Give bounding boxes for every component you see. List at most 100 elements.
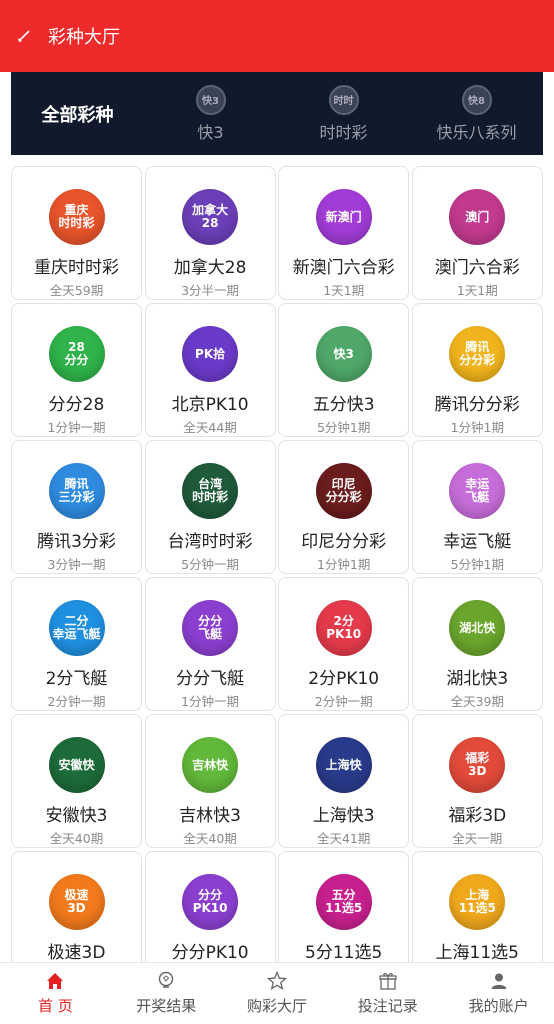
- lottery-logo-icon: 湖北快: [449, 600, 506, 656]
- lottery-name: 幸运飞艇: [443, 532, 512, 552]
- lottery-name: 2分PK10: [308, 669, 380, 689]
- lottery-logo-icon: 2分 PK10: [315, 600, 372, 656]
- lottery-name: 安徽快3: [45, 806, 108, 826]
- pencil-back-icon: [18, 30, 30, 42]
- lottery-period: 5分钟1期: [316, 420, 371, 435]
- lottery-logo-icon: 极速 3D: [48, 874, 105, 930]
- lottery-name: 上海快3: [312, 806, 375, 826]
- lottery-card[interactable]: 新澳门 新澳门六合彩 1天1期: [278, 166, 410, 300]
- nav-account[interactable]: 我的账户: [443, 963, 554, 1024]
- lottery-card[interactable]: 印尼 分分彩 印尼分分彩 1分钟1期: [278, 440, 410, 574]
- lottery-name: 台湾时时彩: [167, 532, 253, 552]
- kl8-logo-icon: 快8: [461, 84, 492, 115]
- lottery-name: 分分28: [48, 395, 105, 415]
- lottery-logo-icon: PK拾: [182, 326, 239, 382]
- lottery-logo-icon: 重庆 时时彩: [48, 189, 105, 245]
- lottery-name: 重庆时时彩: [34, 258, 119, 278]
- lottery-name: 分分PK10: [171, 943, 249, 962]
- lottery-period: 全天41期: [316, 831, 371, 846]
- lottery-logo-icon: 腾讯 分分彩: [449, 326, 506, 382]
- tab-k3[interactable]: 快3 快3: [144, 72, 277, 155]
- back-button[interactable]: [0, 0, 48, 72]
- lottery-name: 福彩3D: [448, 806, 507, 826]
- lottery-period: 全天一期: [452, 831, 503, 846]
- lottery-name: 腾讯分分彩: [434, 395, 520, 415]
- lottery-card[interactable]: 台湾 时时彩 台湾时时彩 5分钟一期: [144, 440, 276, 574]
- lottery-card[interactable]: 吉林快 吉林快3 全天40期: [144, 714, 276, 848]
- lottery-logo-icon: 福彩 3D: [449, 737, 506, 793]
- lottery-name: 吉林快3: [179, 806, 241, 826]
- tab-label: 快3: [197, 122, 224, 142]
- lottery-card[interactable]: 二分 幸运飞艇 2分飞艇 2分钟一期: [11, 577, 142, 711]
- trophy-icon: [158, 971, 174, 988]
- lottery-logo-icon: 上海快: [315, 737, 372, 793]
- lottery-logo-icon: 安徽快: [48, 737, 105, 793]
- tab-label: 时时彩: [319, 122, 368, 142]
- lottery-period: 全天59期: [49, 283, 104, 298]
- lottery-period: 1天1期: [323, 283, 365, 298]
- lottery-name: 湖北快3: [446, 669, 509, 689]
- nav-bets[interactable]: 投注记录: [332, 963, 443, 1024]
- home-icon: [47, 973, 64, 989]
- tab-all[interactable]: 全部彩种: [11, 72, 144, 155]
- lottery-card[interactable]: 上海 11选5 上海11选5: [411, 851, 543, 962]
- tab-ssc[interactable]: 时时 时时彩: [277, 72, 410, 155]
- lottery-card[interactable]: 腾讯 三分彩 腾讯3分彩 3分钟一期: [11, 440, 142, 574]
- lottery-period: 全天40期: [183, 831, 237, 846]
- lottery-card[interactable]: 28 分分分分28 1分钟一期: [11, 303, 142, 437]
- nav-home[interactable]: 首 页: [0, 963, 111, 1024]
- lottery-logo-icon: 印尼 分分彩: [315, 463, 372, 519]
- nav-label: 首 页: [38, 997, 73, 1015]
- lottery-card[interactable]: 2分 PK10 2分PK10 2分钟一期: [278, 577, 410, 711]
- ssc-logo-icon: 时时: [328, 84, 359, 115]
- lottery-period: 全天39期: [450, 694, 504, 709]
- lottery-card[interactable]: 安徽快安徽快3 全天40期: [11, 714, 142, 848]
- lottery-card[interactable]: 福彩 3D 福彩3D 全天一期: [411, 714, 543, 848]
- lottery-logo-icon: 分分 飞艇: [182, 600, 239, 656]
- lottery-period: 2分钟一期: [314, 694, 373, 709]
- page-title: 彩种大厅: [48, 27, 120, 48]
- bottom-nav: 首 页 开奖结果 购彩大厅 投注记录 我的账户: [0, 962, 554, 1024]
- lottery-card[interactable]: 澳门 澳门六合彩 1天1期: [411, 166, 543, 300]
- lottery-card[interactable]: 幸运 飞艇 幸运飞艇 5分钟1期: [411, 440, 543, 574]
- category-tabs: 全部彩种 快3 快3 时时 时时彩 快8 快乐八系列: [11, 72, 543, 155]
- tab-label: 快乐八系列: [436, 122, 517, 142]
- lottery-card[interactable]: 湖北快湖北快3 全天39期: [411, 577, 543, 711]
- lottery-logo-icon: 腾讯 三分彩: [48, 463, 105, 519]
- lottery-card[interactable]: 快3 五分快3 5分钟1期: [278, 303, 410, 437]
- lottery-card[interactable]: 腾讯 分分彩 腾讯分分彩 1分钟1期: [411, 303, 543, 437]
- tab-label: 全部彩种: [41, 104, 114, 126]
- lottery-period: 3分钟一期: [47, 557, 106, 572]
- nav-label: 投注记录: [357, 997, 418, 1015]
- nav-results[interactable]: 开奖结果: [111, 963, 222, 1024]
- k3-logo-icon: 快3: [195, 84, 226, 115]
- star-icon: [266, 971, 287, 991]
- tab-kl8[interactable]: 快8 快乐八系列: [410, 72, 543, 155]
- lottery-logo-icon: 澳门: [449, 189, 506, 245]
- lottery-card[interactable]: 分分 飞艇 分分飞艇 1分钟一期: [144, 577, 276, 711]
- nav-lobby[interactable]: 购彩大厅: [222, 963, 333, 1024]
- lottery-card[interactable]: 加拿大 28 加拿大28 3分半一期: [144, 166, 276, 300]
- lottery-period: 1分钟一期: [47, 420, 106, 435]
- lottery-period: 全天44期: [183, 420, 237, 435]
- lottery-logo-icon: 五分 11选5: [315, 874, 372, 930]
- lottery-card[interactable]: 上海快上海快3 全天41期: [278, 714, 410, 848]
- nav-label: 购彩大厅: [246, 997, 307, 1015]
- lottery-period: 2分钟一期: [47, 694, 106, 709]
- lottery-period: 3分半一期: [181, 283, 240, 298]
- lottery-grid: 重庆 时时彩 重庆时时彩 全天59期 加拿大 28 加拿大28 3分半一期 新澳门 新澳门六合…: [11, 166, 543, 962]
- lottery-card[interactable]: 五分 11选5 5分11选5: [278, 851, 410, 962]
- lottery-name: 5分11选5: [305, 943, 383, 962]
- lottery-logo-icon: 台湾 时时彩: [182, 463, 239, 519]
- lottery-logo-icon: 分分 PK10: [182, 874, 239, 930]
- lottery-name: 上海11选5: [435, 943, 519, 962]
- lottery-card[interactable]: 极速 3D 极速3D: [11, 851, 142, 962]
- lottery-card[interactable]: PK拾 北京PK10 全天44期: [144, 303, 276, 437]
- lottery-period: 全天40期: [49, 831, 104, 846]
- gift-icon: [379, 973, 397, 990]
- lottery-logo-icon: 28 分分: [48, 326, 105, 382]
- lottery-card[interactable]: 分分 PK10 分分PK10: [144, 851, 276, 962]
- lottery-card[interactable]: 重庆 时时彩重庆时时彩全天59期: [11, 166, 142, 300]
- lottery-name: 2分飞艇: [45, 669, 108, 689]
- nav-label: 开奖结果: [136, 997, 197, 1015]
